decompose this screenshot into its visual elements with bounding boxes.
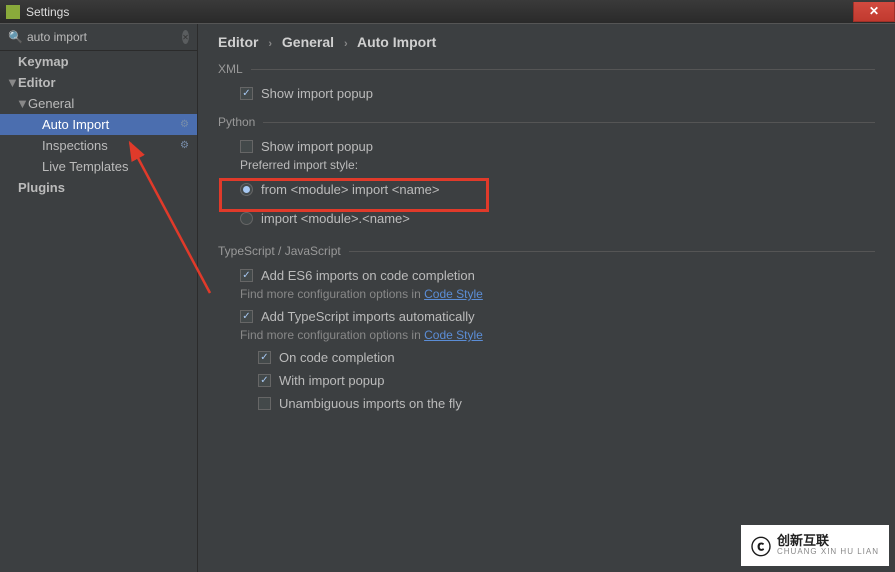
checkbox-icon: ✓	[240, 269, 253, 282]
main-container: 🔍 ✕ Keymap ▼ Editor ▼ General Auto Impor…	[0, 24, 895, 572]
checkbox-icon: ✓	[258, 374, 271, 387]
sidebar-item-label: Live Templates	[42, 159, 128, 174]
section-title: XML	[218, 62, 243, 76]
code-style-link[interactable]: Code Style	[424, 328, 483, 342]
gear-icon: ⚙	[180, 140, 189, 151]
sidebar-item-general[interactable]: ▼ General	[0, 93, 197, 114]
checkbox-icon: ✓	[258, 351, 271, 364]
hint-code-style-1: Find more configuration options in Code …	[218, 287, 875, 301]
content-panel: Editor › General › Auto Import XML ✓ Sho…	[198, 24, 895, 572]
gear-icon: ⚙	[180, 119, 189, 130]
breadcrumb-sep: ›	[268, 38, 272, 50]
sidebar-item-auto-import[interactable]: Auto Import ⚙	[0, 114, 197, 135]
search-row: 🔍 ✕	[0, 24, 197, 51]
option-es6-imports[interactable]: ✓ Add ES6 imports on code completion	[218, 264, 875, 287]
option-with-import-popup[interactable]: ✓ With import popup	[218, 369, 875, 392]
window-titlebar: Settings ✕	[0, 0, 895, 23]
close-button[interactable]: ✕	[853, 2, 895, 22]
window-title: Settings	[26, 5, 69, 19]
sidebar-item-label: Editor	[18, 75, 56, 90]
section-tsjs: TypeScript / JavaScript	[218, 244, 875, 258]
checkbox-icon: ✓	[240, 87, 253, 100]
clear-icon[interactable]: ✕	[182, 30, 189, 44]
option-label: Add ES6 imports on code completion	[261, 268, 475, 283]
option-label: With import popup	[279, 373, 385, 388]
option-label: import <module>.<name>	[261, 211, 410, 226]
option-python-show-popup[interactable]: Show import popup	[218, 135, 875, 158]
sidebar-item-editor[interactable]: ▼ Editor	[0, 72, 197, 93]
option-xml-show-popup[interactable]: ✓ Show import popup	[218, 82, 875, 105]
hint-code-style-2: Find more configuration options in Code …	[218, 328, 875, 342]
checkbox-icon	[240, 140, 253, 153]
app-icon	[6, 5, 20, 19]
sidebar-item-inspections[interactable]: Inspections ⚙	[0, 135, 197, 156]
option-unambiguous[interactable]: Unambiguous imports on the fly	[218, 392, 875, 415]
option-label: Add TypeScript imports automatically	[261, 309, 475, 324]
watermark: ⓒ 创新互联 CHUANG XIN HU LIAN	[741, 525, 889, 566]
sidebar-item-live-templates[interactable]: Live Templates	[0, 156, 197, 177]
section-python: Python	[218, 115, 875, 129]
code-style-link[interactable]: Code Style	[424, 287, 483, 301]
radio-icon	[240, 183, 253, 196]
preferred-style-label: Preferred import style:	[218, 158, 875, 172]
sidebar-item-label: Keymap	[18, 54, 69, 69]
section-title: Python	[218, 115, 255, 129]
section-title: TypeScript / JavaScript	[218, 244, 341, 258]
chevron-down-icon: ▼	[16, 96, 26, 111]
breadcrumb-sep: ›	[344, 38, 348, 50]
watermark-cn: 创新互联	[777, 534, 879, 548]
sidebar-item-label: Inspections	[42, 138, 108, 153]
search-icon: 🔍	[8, 30, 23, 44]
breadcrumb-part: Auto Import	[357, 34, 436, 50]
sidebar-item-label: Plugins	[18, 180, 65, 195]
breadcrumb-part: Editor	[218, 34, 258, 50]
chevron-down-icon: ▼	[6, 75, 16, 90]
breadcrumb-part: General	[282, 34, 334, 50]
sidebar: 🔍 ✕ Keymap ▼ Editor ▼ General Auto Impor…	[0, 24, 198, 572]
checkbox-icon: ✓	[240, 310, 253, 323]
sidebar-item-label: General	[28, 96, 74, 111]
section-xml: XML	[218, 62, 875, 76]
breadcrumb: Editor › General › Auto Import	[218, 34, 875, 50]
option-label: Unambiguous imports on the fly	[279, 396, 462, 411]
option-on-code-completion[interactable]: ✓ On code completion	[218, 346, 875, 369]
watermark-sub: CHUANG XIN HU LIAN	[777, 548, 879, 557]
sidebar-item-label: Auto Import	[42, 117, 109, 132]
sidebar-item-plugins[interactable]: Plugins	[0, 177, 197, 198]
checkbox-icon	[258, 397, 271, 410]
radio-icon	[240, 212, 253, 225]
option-label: from <module> import <name>	[261, 182, 439, 197]
option-ts-auto[interactable]: ✓ Add TypeScript imports automatically	[218, 305, 875, 328]
search-input[interactable]	[27, 30, 182, 44]
watermark-logo: ⓒ	[751, 531, 771, 560]
option-label: Show import popup	[261, 139, 373, 154]
sidebar-item-keymap[interactable]: Keymap	[0, 51, 197, 72]
option-label: On code completion	[279, 350, 395, 365]
option-python-from-import[interactable]: from <module> import <name>	[218, 178, 875, 201]
option-label: Show import popup	[261, 86, 373, 101]
option-python-import-module[interactable]: import <module>.<name>	[218, 207, 875, 230]
